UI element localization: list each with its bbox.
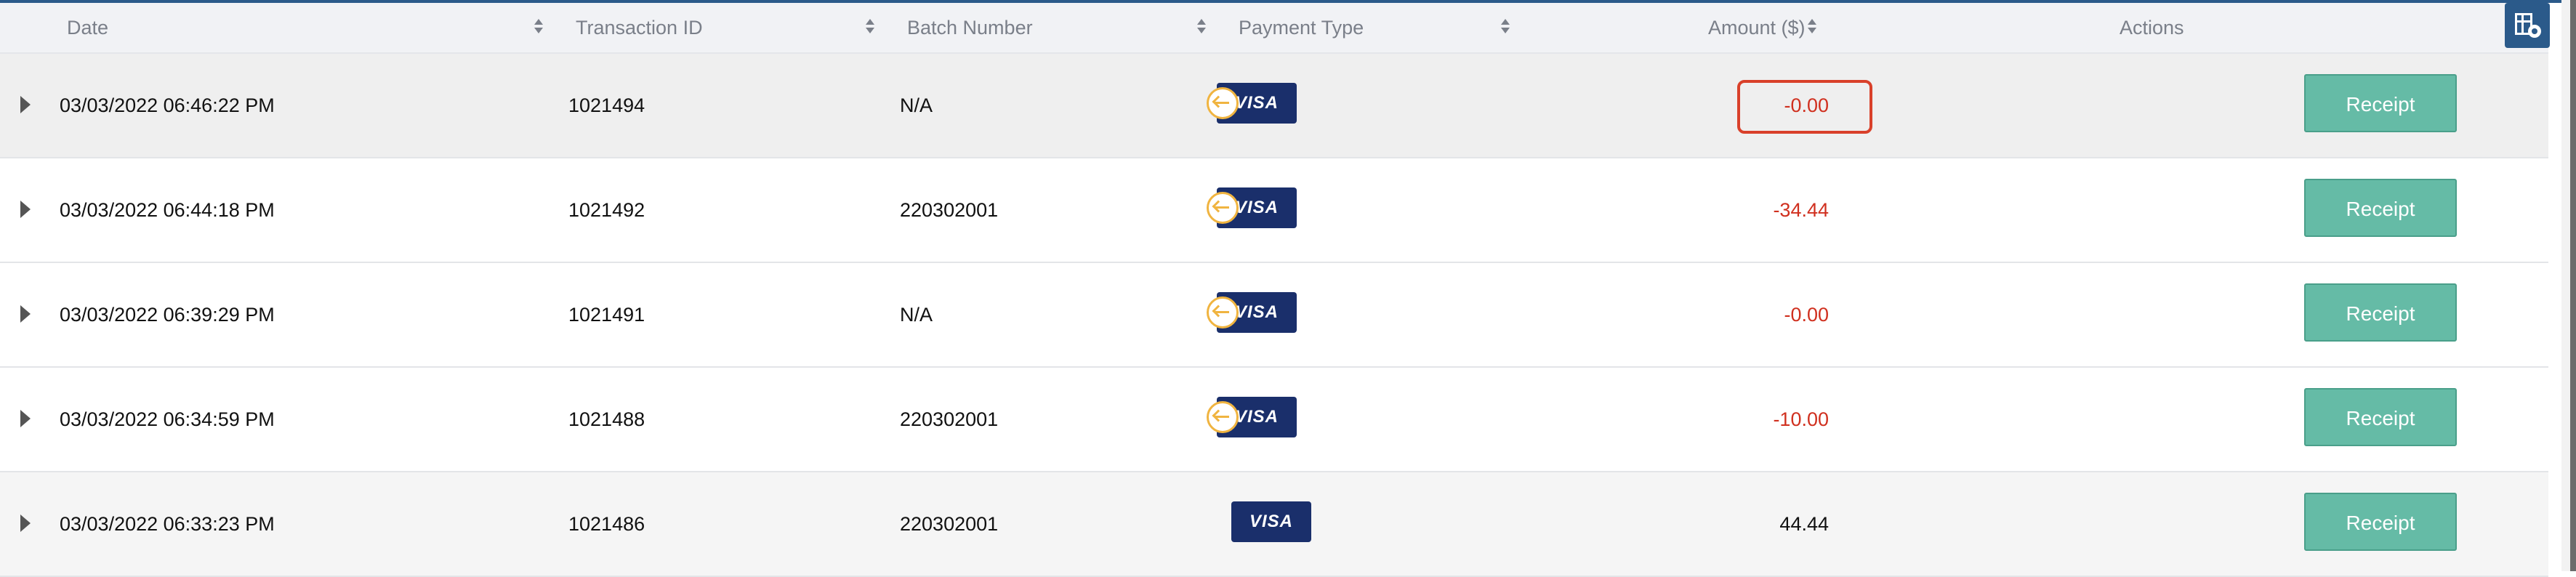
visa-card-icon: VISA <box>1207 397 1297 437</box>
table-header: Date Transaction ID Batch Number Payment… <box>0 3 2548 54</box>
column-header-transaction-id[interactable]: Transaction ID <box>576 3 703 52</box>
column-header-batch-number[interactable]: Batch Number <box>907 3 1033 52</box>
transaction-id: 1021488 <box>568 408 645 430</box>
table-row[interactable]: 03/03/2022 06:44:18 PM 1021492 220302001… <box>0 158 2548 263</box>
batch-number: 220302001 <box>900 199 999 221</box>
receipt-button[interactable]: Receipt <box>2304 493 2457 551</box>
batch-number: N/A <box>900 304 933 326</box>
receipt-button[interactable]: Receipt <box>2304 388 2457 446</box>
table-row[interactable]: 03/03/2022 06:34:59 PM 1021488 220302001… <box>0 368 2548 472</box>
transaction-date: 03/03/2022 06:34:59 PM <box>60 408 275 430</box>
receipt-button[interactable]: Receipt <box>2304 283 2457 342</box>
expand-caret-icon[interactable] <box>20 201 31 218</box>
transaction-date: 03/03/2022 06:39:29 PM <box>60 304 275 326</box>
transaction-date: 03/03/2022 06:33:23 PM <box>60 513 275 535</box>
transaction-id: 1021491 <box>568 304 645 326</box>
transaction-amount: -34.44 <box>1773 199 1829 221</box>
scrollbar-thumb[interactable] <box>2570 0 2576 571</box>
sort-icon[interactable] <box>1500 17 1510 38</box>
table-row[interactable]: 03/03/2022 06:39:29 PM 1021491 N/A VISA … <box>0 263 2548 368</box>
column-header-actions: Actions <box>2120 17 2184 39</box>
batch-number: 220302001 <box>900 408 999 430</box>
transaction-id: 1021494 <box>568 94 645 116</box>
table-row[interactable]: 03/03/2022 06:33:23 PM 1021486 220302001… <box>0 472 2548 577</box>
card-brand-label: VISA <box>1249 512 1293 531</box>
transaction-amount: -0.00 <box>1784 304 1829 326</box>
transaction-id: 1021492 <box>568 199 645 221</box>
visa-card-icon: VISA <box>1207 83 1297 124</box>
receipt-button[interactable]: Receipt <box>2304 179 2457 237</box>
expand-caret-icon[interactable] <box>20 305 31 323</box>
expand-caret-icon[interactable] <box>20 96 31 113</box>
sort-icon[interactable] <box>1807 17 1817 38</box>
column-header-amount[interactable]: Amount ($) <box>1708 3 1806 52</box>
expand-caret-icon[interactable] <box>20 515 31 532</box>
column-header-date[interactable]: Date <box>67 3 108 52</box>
expand-caret-icon[interactable] <box>20 410 31 427</box>
refund-arrow-icon <box>1207 87 1239 119</box>
amount-highlight-box <box>1737 80 1872 134</box>
transaction-date: 03/03/2022 06:46:22 PM <box>60 94 275 116</box>
batch-number: N/A <box>900 94 933 116</box>
transaction-date: 03/03/2022 06:44:18 PM <box>60 199 275 221</box>
column-header-payment-type[interactable]: Payment Type <box>1239 3 1364 52</box>
sort-icon[interactable] <box>534 17 544 38</box>
column-settings-icon[interactable] <box>2505 3 2550 48</box>
transaction-id: 1021486 <box>568 513 645 535</box>
receipt-button[interactable]: Receipt <box>2304 74 2457 132</box>
scrollbar-track[interactable] <box>2561 0 2570 571</box>
refund-arrow-icon <box>1207 192 1239 224</box>
transaction-amount: 44.44 <box>1779 513 1829 535</box>
refund-arrow-icon <box>1207 296 1239 328</box>
visa-card-icon: VISA <box>1231 501 1311 542</box>
transactions-table: Date Transaction ID Batch Number Payment… <box>0 3 2548 577</box>
transaction-amount: -10.00 <box>1773 408 1829 430</box>
sort-icon[interactable] <box>865 17 875 38</box>
table-row[interactable]: 03/03/2022 06:46:22 PM 1021494 N/A VISA … <box>0 54 2548 158</box>
visa-card-icon: VISA <box>1207 187 1297 228</box>
visa-card-icon: VISA <box>1207 292 1297 333</box>
sort-icon[interactable] <box>1196 17 1207 38</box>
refund-arrow-icon <box>1207 401 1239 433</box>
gear-icon <box>2528 25 2541 38</box>
batch-number: 220302001 <box>900 513 999 535</box>
